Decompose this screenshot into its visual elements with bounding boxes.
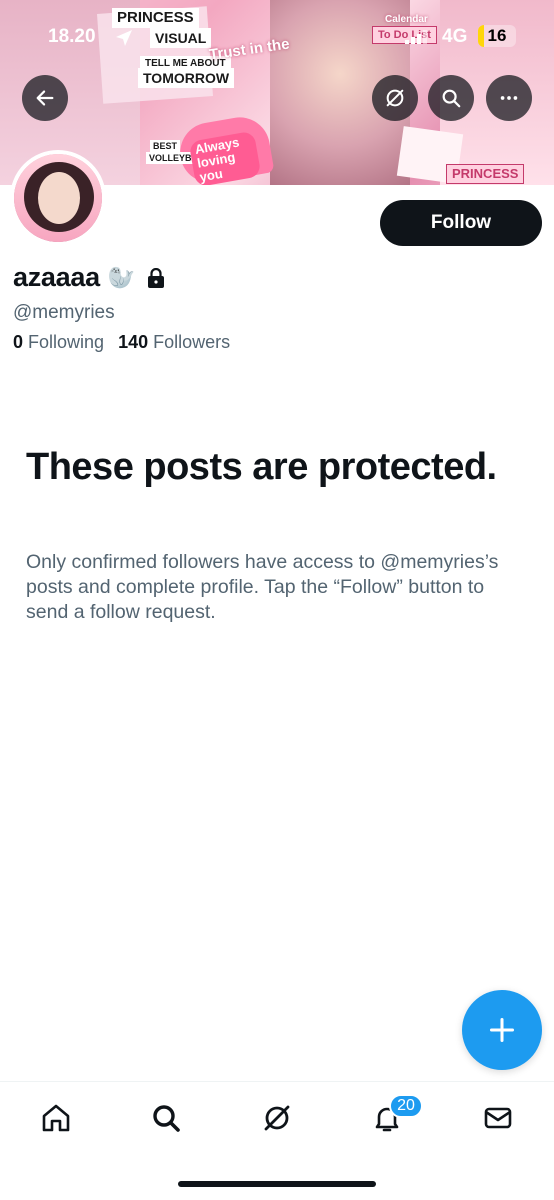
home-icon	[42, 1104, 70, 1132]
battery-percent: 16	[487, 26, 507, 45]
followers-count: 140	[118, 332, 149, 352]
profile-handle: @memyries	[13, 302, 115, 323]
tab-home[interactable]	[36, 1098, 76, 1138]
following-count: 0	[13, 332, 24, 352]
compose-button[interactable]	[462, 990, 542, 1070]
tab-messages[interactable]	[478, 1098, 518, 1138]
grok-button[interactable]	[372, 75, 418, 121]
follow-button[interactable]: Follow	[380, 200, 542, 246]
network-type: 4G	[442, 26, 468, 47]
following-link[interactable]: 0 Following	[13, 332, 104, 352]
messages-icon	[484, 1107, 512, 1129]
status-time: 18.20	[48, 26, 96, 47]
grok-icon	[264, 1105, 290, 1131]
follow-counts: 0 Following 140 Followers	[13, 332, 230, 353]
banner-sticker: TOMORROW	[138, 68, 235, 88]
arrow-left-icon	[36, 90, 54, 106]
back-button[interactable]	[22, 75, 68, 121]
signal-icon	[405, 30, 427, 44]
battery-icon: 16	[478, 25, 516, 47]
followers-link[interactable]: 140 Followers	[118, 332, 230, 352]
following-label: Following	[28, 332, 105, 352]
notifications-badge: 20	[389, 1094, 423, 1118]
lock-icon	[148, 267, 165, 288]
tab-search[interactable]	[146, 1098, 186, 1138]
avatar-face	[38, 172, 80, 224]
search-icon	[442, 89, 461, 108]
profile-name-row: azaaaa 🦭	[13, 262, 165, 293]
more-button[interactable]	[486, 75, 532, 121]
tab-grok[interactable]	[257, 1098, 297, 1138]
banner-sticker: PRINCESS	[446, 164, 525, 184]
protected-body: Only confirmed followers have access to …	[26, 551, 499, 623]
location-icon	[116, 30, 132, 46]
banner-sticker: BEST	[150, 140, 181, 152]
followers-label: Followers	[153, 332, 231, 352]
avatar[interactable]	[10, 150, 106, 246]
home-indicator	[178, 1181, 376, 1187]
protected-title: These posts are protected.	[26, 446, 497, 488]
status-bar: 18.20 4G 16	[0, 24, 554, 54]
search-button[interactable]	[428, 75, 474, 121]
name-emoji: 🦭	[107, 264, 136, 290]
plus-icon	[489, 1017, 515, 1043]
grok-icon	[386, 89, 404, 107]
search-icon	[153, 1105, 180, 1132]
more-icon	[500, 96, 518, 100]
display-name: azaaaa	[13, 262, 100, 292]
